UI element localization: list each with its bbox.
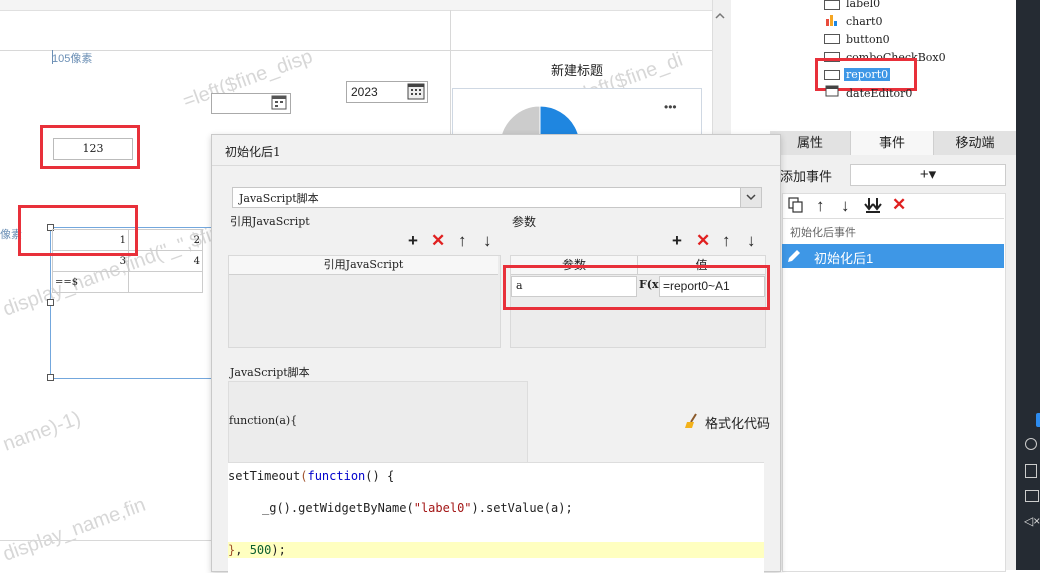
date-editor-value: 2023 bbox=[351, 85, 378, 99]
broom-icon bbox=[685, 413, 697, 428]
ruler-label: 105像素 bbox=[52, 53, 93, 65]
table-cell[interactable]: ==$ bbox=[52, 271, 129, 293]
ref-js-label: 引用JavaScript bbox=[230, 215, 310, 228]
code-token: () { bbox=[365, 469, 395, 483]
right-panel: label0 chart0 button0 comboCheckBox0 rep… bbox=[770, 0, 1017, 572]
table-cell[interactable]: 2 bbox=[128, 229, 203, 251]
highlight-box bbox=[40, 125, 140, 169]
tree-item-chart0[interactable]: chart0 bbox=[846, 15, 882, 28]
code-token: ().getWidgetByName( bbox=[276, 501, 414, 515]
dock-icon[interactable] bbox=[1025, 438, 1037, 450]
widget-tree[interactable]: label0 chart0 button0 comboCheckBox0 rep… bbox=[770, 0, 1016, 131]
move-bottom-icon[interactable] bbox=[864, 196, 882, 214]
tab-events[interactable]: 事件 bbox=[851, 131, 934, 155]
dock-icon[interactable] bbox=[1025, 464, 1037, 478]
row-divider bbox=[0, 540, 212, 541]
date-widget-icon bbox=[825, 85, 839, 97]
script-type-select[interactable]: JavaScript脚本 bbox=[232, 187, 762, 208]
code-token: function bbox=[307, 469, 366, 483]
delete-icon[interactable]: ✕ bbox=[431, 232, 445, 249]
add-icon[interactable]: + bbox=[408, 232, 418, 249]
highlight-box bbox=[503, 265, 770, 310]
top-band bbox=[0, 0, 712, 11]
params-label: 参数 bbox=[512, 215, 537, 229]
function-header-area: function(a){ bbox=[228, 381, 528, 463]
watermark-text: name)-1) bbox=[0, 407, 84, 456]
move-up-icon[interactable]: ↑ bbox=[458, 232, 467, 249]
move-down-icon[interactable]: ↓ bbox=[841, 197, 850, 214]
add-icon[interactable]: + bbox=[672, 232, 682, 249]
dock-indicator bbox=[1036, 413, 1040, 427]
code-token: ).setValue(a); bbox=[471, 501, 573, 515]
move-down-icon[interactable]: ↓ bbox=[483, 232, 492, 249]
format-code-label: 格式化代码 bbox=[705, 416, 771, 431]
code-line: setTimeout(function() { bbox=[228, 469, 394, 483]
tab-properties[interactable]: 属性 bbox=[770, 131, 851, 155]
add-event-label: 添加事件 bbox=[780, 169, 833, 184]
event-dialog: 初始化后1 JavaScript脚本 引用JavaScript + ✕ ↑ ↓ … bbox=[211, 134, 781, 573]
scroll-up-icon[interactable] bbox=[714, 10, 726, 22]
script-label: JavaScript脚本 bbox=[230, 366, 310, 379]
dock-icon[interactable] bbox=[1025, 490, 1039, 502]
table-cell[interactable]: 4 bbox=[128, 250, 203, 272]
tree-item-label0[interactable]: label0 bbox=[846, 0, 880, 10]
row-divider bbox=[0, 50, 712, 51]
code-line: }, 500); bbox=[228, 543, 286, 557]
panel-tabs: 属性 事件 移动端 bbox=[770, 131, 1017, 155]
speaker-mute-icon[interactable]: ◁× bbox=[1024, 514, 1040, 528]
tab-mobile[interactable]: 移动端 bbox=[934, 131, 1017, 155]
move-down-icon[interactable]: ↓ bbox=[747, 232, 756, 249]
event-item-label: 初始化后1 bbox=[814, 251, 874, 266]
pie-chart bbox=[500, 105, 580, 138]
code-line: _g().getWidgetByName("label0").setValue(… bbox=[262, 501, 573, 515]
edit-icon bbox=[788, 250, 800, 262]
code-token: ); bbox=[271, 543, 286, 557]
table-cell[interactable] bbox=[128, 271, 203, 293]
resize-handle[interactable] bbox=[47, 299, 54, 306]
side-dock: ◁× bbox=[1016, 0, 1040, 570]
button-widget-icon bbox=[824, 34, 840, 44]
resize-handle[interactable] bbox=[47, 374, 54, 381]
chart-title: 新建标题 bbox=[550, 63, 603, 78]
label-widget-icon bbox=[824, 0, 840, 10]
ref-js-table[interactable]: 引用JavaScript bbox=[228, 255, 501, 348]
calendar-icon[interactable] bbox=[270, 94, 288, 111]
function-signature: function(a){ bbox=[229, 414, 298, 427]
code-token: 500 bbox=[249, 543, 272, 557]
move-up-icon[interactable]: ↑ bbox=[816, 197, 825, 214]
move-up-icon[interactable]: ↑ bbox=[722, 232, 731, 249]
column-divider bbox=[450, 10, 451, 135]
divider bbox=[782, 218, 1004, 219]
event-group-label: 初始化后事件 bbox=[790, 227, 856, 239]
code-token: , bbox=[235, 543, 250, 557]
calendar-icon[interactable] bbox=[406, 82, 426, 101]
chart-menu-icon[interactable]: ••• bbox=[664, 100, 677, 114]
delete-event-icon[interactable]: ✕ bbox=[892, 196, 906, 213]
highlight-box bbox=[18, 205, 138, 256]
current-line-highlight bbox=[228, 542, 764, 558]
code-token: setTimeout bbox=[228, 469, 301, 483]
ref-js-header: 引用JavaScript bbox=[229, 256, 498, 275]
dialog-title-divider bbox=[212, 165, 780, 166]
watermark-text: display_name,fin bbox=[0, 493, 149, 566]
ruler-mark bbox=[52, 50, 53, 64]
code-token: "label0" bbox=[413, 501, 472, 515]
chart-widget-icon bbox=[826, 15, 837, 26]
copy-icon[interactable] bbox=[788, 197, 804, 213]
chevron-down-icon[interactable] bbox=[740, 188, 761, 207]
code-editor[interactable]: setTimeout(function() { _g().getWidgetBy… bbox=[228, 462, 764, 573]
event-item-selected[interactable]: 初始化后1 bbox=[782, 244, 1004, 268]
delete-icon[interactable]: ✕ bbox=[696, 232, 710, 249]
add-event-button[interactable]: +▾ bbox=[850, 164, 1006, 186]
script-type-value: JavaScript脚本 bbox=[239, 192, 319, 205]
tree-item-button0[interactable]: button0 bbox=[846, 33, 890, 46]
code-token: _g bbox=[262, 501, 277, 515]
tree-item-dateeditor0[interactable]: dateEditor0 bbox=[846, 87, 912, 100]
dialog-title: 初始化后1 bbox=[225, 145, 281, 159]
